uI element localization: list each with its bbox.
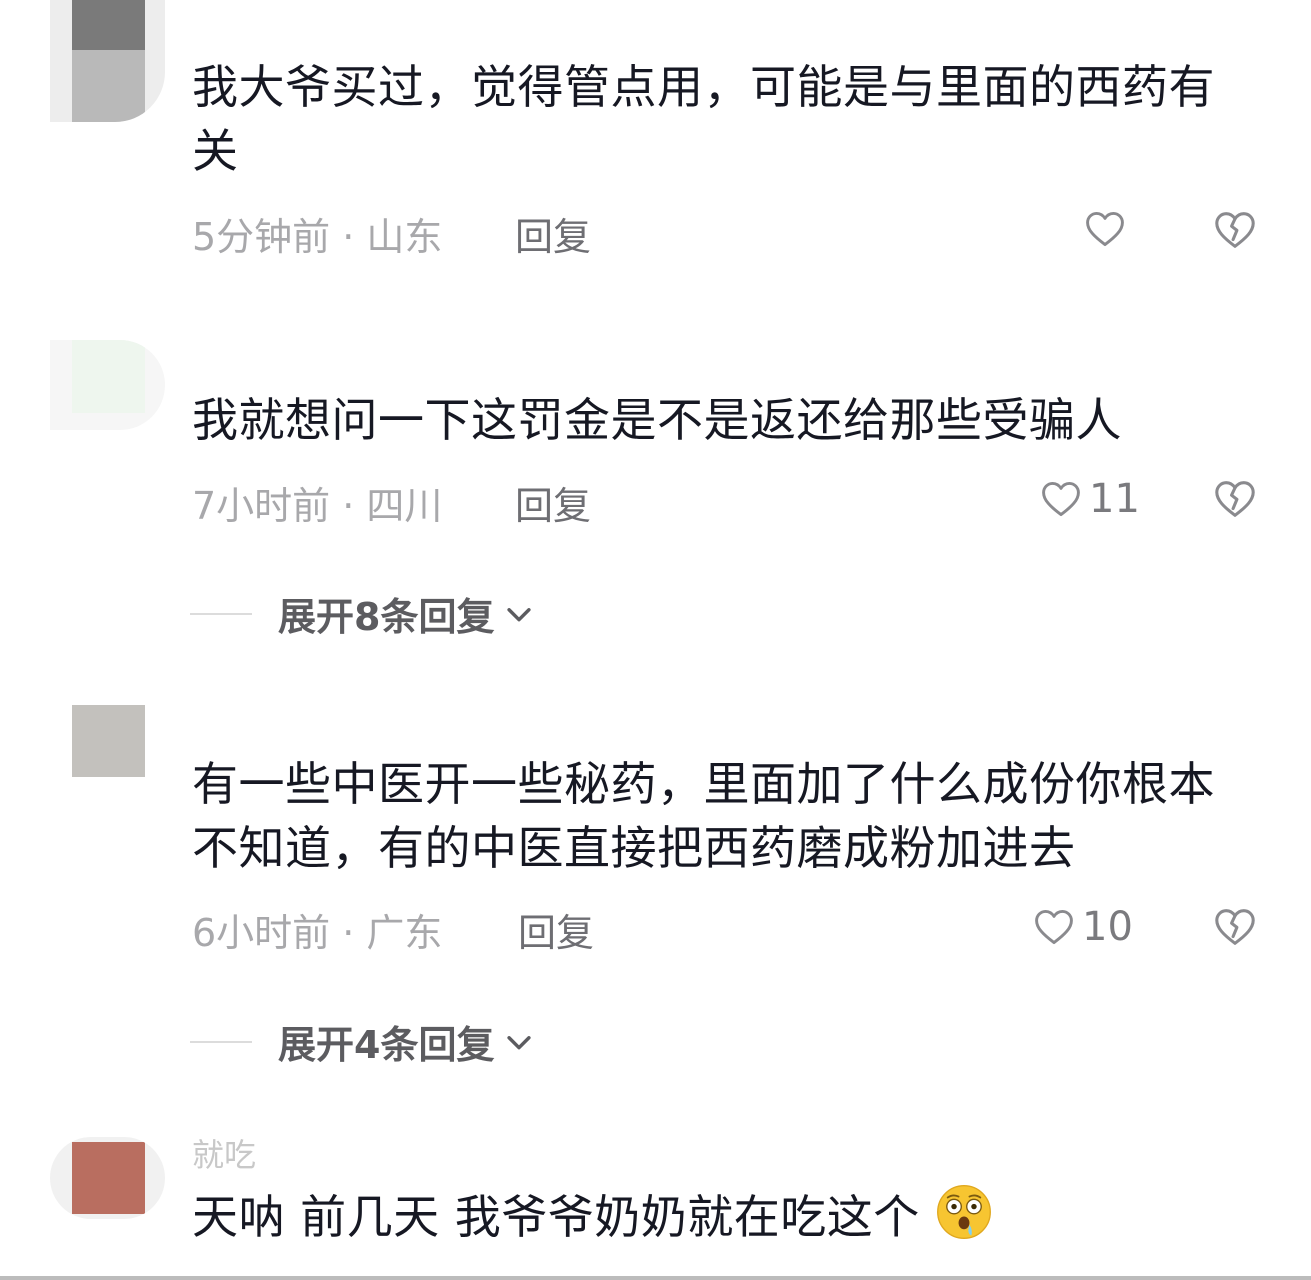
reply-button[interactable]: 回复 (515, 206, 591, 261)
comment-meta: 5分钟前 · 山东 (192, 215, 443, 259)
like-count: 11 (1089, 476, 1140, 522)
heart-outline-icon (1086, 211, 1124, 247)
like-count: 10 (1082, 904, 1133, 950)
comment-text: 我就想问一下这罚金是不是返还给那些受骗人 (192, 393, 1122, 447)
comment-text: 我大爷买过，觉得管点用，可能是与里面的西药有关 (192, 60, 1215, 178)
dislike-button[interactable] (1212, 476, 1258, 526)
avatar-image-lower (72, 50, 145, 122)
comment-meta: 6小时前 · 广东 (192, 911, 443, 955)
expand-replies-label: 展开8条回复 (278, 595, 495, 639)
heart-outline-icon (1042, 481, 1080, 517)
expand-replies-button[interactable]: 展开8条回复 (190, 586, 536, 641)
broken-heart-icon (1215, 481, 1255, 517)
chevron-down-icon (507, 607, 532, 621)
username[interactable]: 就吃 (192, 1130, 256, 1176)
comment-text: 天呐 前几天 我爷爷奶奶就在吃这个 (192, 1183, 1252, 1249)
comment-text: 有一些中医开一些秘药，里面加了什么成份你根本不知道，有的中医直接把西药磨成粉加进… (192, 757, 1215, 875)
dislike-button[interactable] (1212, 904, 1258, 954)
broken-heart-icon (1215, 212, 1255, 248)
comment-meta: 7小时前 · 四川 (192, 484, 443, 528)
chevron-down-icon (507, 1035, 532, 1049)
like-button[interactable]: 11 (1039, 476, 1140, 522)
divider-line (190, 612, 252, 615)
like-button[interactable] (1083, 207, 1133, 251)
expand-replies-button[interactable]: 展开4条回复 (190, 1014, 536, 1069)
broken-heart-icon (1215, 909, 1255, 945)
avatar[interactable] (50, 1137, 165, 1219)
avatar-image (72, 1142, 145, 1214)
like-button[interactable]: 10 (1032, 904, 1133, 950)
dislike-button[interactable] (1212, 207, 1258, 257)
avatar[interactable] (50, 340, 165, 430)
bottom-divider (0, 1276, 1311, 1280)
heart-outline-icon (1035, 909, 1073, 945)
avatar-image (72, 0, 145, 50)
expand-replies-label: 展开4条回复 (278, 1023, 495, 1067)
reply-button[interactable]: 回复 (515, 475, 591, 530)
avatar[interactable] (50, 0, 165, 122)
avatar-image (72, 340, 145, 413)
drooling-shocked-face-emoji (936, 1185, 991, 1239)
avatar-image (72, 705, 145, 777)
avatar[interactable] (50, 705, 165, 777)
comment-text-content: 天呐 前几天 我爷爷奶奶就在吃这个 (192, 1190, 920, 1244)
divider-line (190, 1040, 252, 1043)
reply-button[interactable]: 回复 (518, 902, 594, 957)
